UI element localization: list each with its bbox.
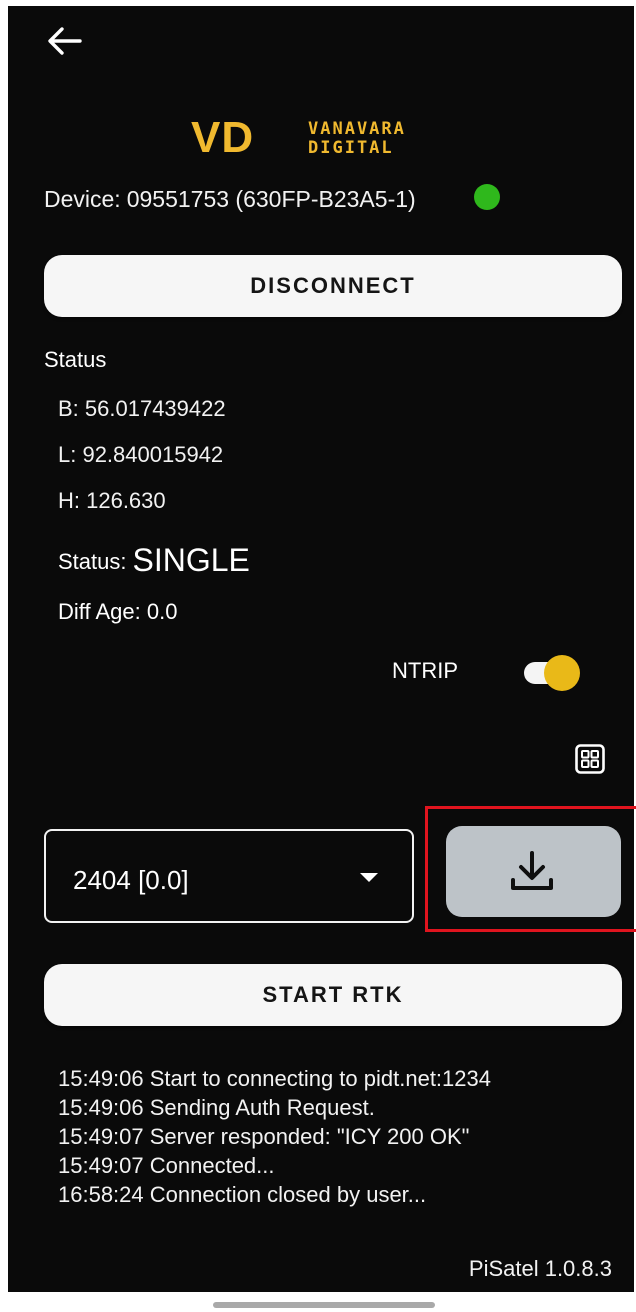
log-line: 15:49:06 Start to connecting to pidt.net… — [58, 1066, 491, 1091]
download-icon — [511, 851, 553, 890]
diff-age: Diff Age: 0.0 — [58, 599, 178, 624]
disconnect-button[interactable]: DISCONNECT — [44, 255, 622, 317]
app-version: PiSatel 1.0.8.3 — [468, 1256, 612, 1281]
ntrip-toggle-knob[interactable] — [544, 655, 580, 691]
start-rtk-button[interactable]: START RTK — [44, 964, 622, 1026]
vanavara-digital-logo: VD VANAVARA DIGITAL — [191, 116, 406, 158]
app-screen: VD VANAVARA DIGITAL Device: 09551753 (630… — [8, 6, 636, 1292]
log-line: 15:49:06 Sending Auth Request. — [58, 1095, 375, 1120]
download-button[interactable] — [446, 826, 621, 917]
log-line: 15:49:07 Server responded: "ICY 200 OK" — [58, 1124, 470, 1149]
device-label: Device: — [44, 186, 121, 212]
device-id: 09551753 (630FP-B23A5-1) — [126, 186, 416, 212]
height-h: H: 126.630 — [58, 488, 166, 513]
logo-mark: VD — [191, 116, 254, 158]
mountpoint-select[interactable]: 2404 [0.0] — [44, 829, 414, 923]
status-heading: Status — [44, 347, 107, 372]
logo-line1: VANAVARA — [308, 119, 406, 139]
device-info: Device: 09551753 (630FP-B23A5-1) — [44, 186, 416, 213]
fix-status: Status: SINGLE — [58, 540, 250, 578]
log-line: 15:49:07 Connected... — [58, 1153, 275, 1178]
connection-status-indicator — [474, 184, 500, 210]
fix-status-label: Status: — [58, 549, 127, 574]
ntrip-label: NTRIP — [392, 658, 458, 683]
mountpoint-select-value: 2404 [0.0] — [73, 865, 189, 895]
logo-line2: DIGITAL — [308, 138, 394, 158]
home-indicator[interactable] — [213, 1302, 435, 1308]
caret-down-icon — [360, 873, 378, 882]
fix-status-value: SINGLE — [132, 542, 250, 578]
longitude-l: L: 92.840015942 — [58, 442, 224, 467]
back-arrow-icon[interactable] — [46, 26, 82, 56]
latitude-b: B: 56.017439422 — [58, 396, 226, 421]
log-line: 16:58:24 Connection closed by user... — [58, 1182, 427, 1207]
connection-log: 15:49:06 Start to connecting to pidt.net… — [58, 1064, 491, 1209]
grid-icon[interactable] — [575, 744, 605, 774]
